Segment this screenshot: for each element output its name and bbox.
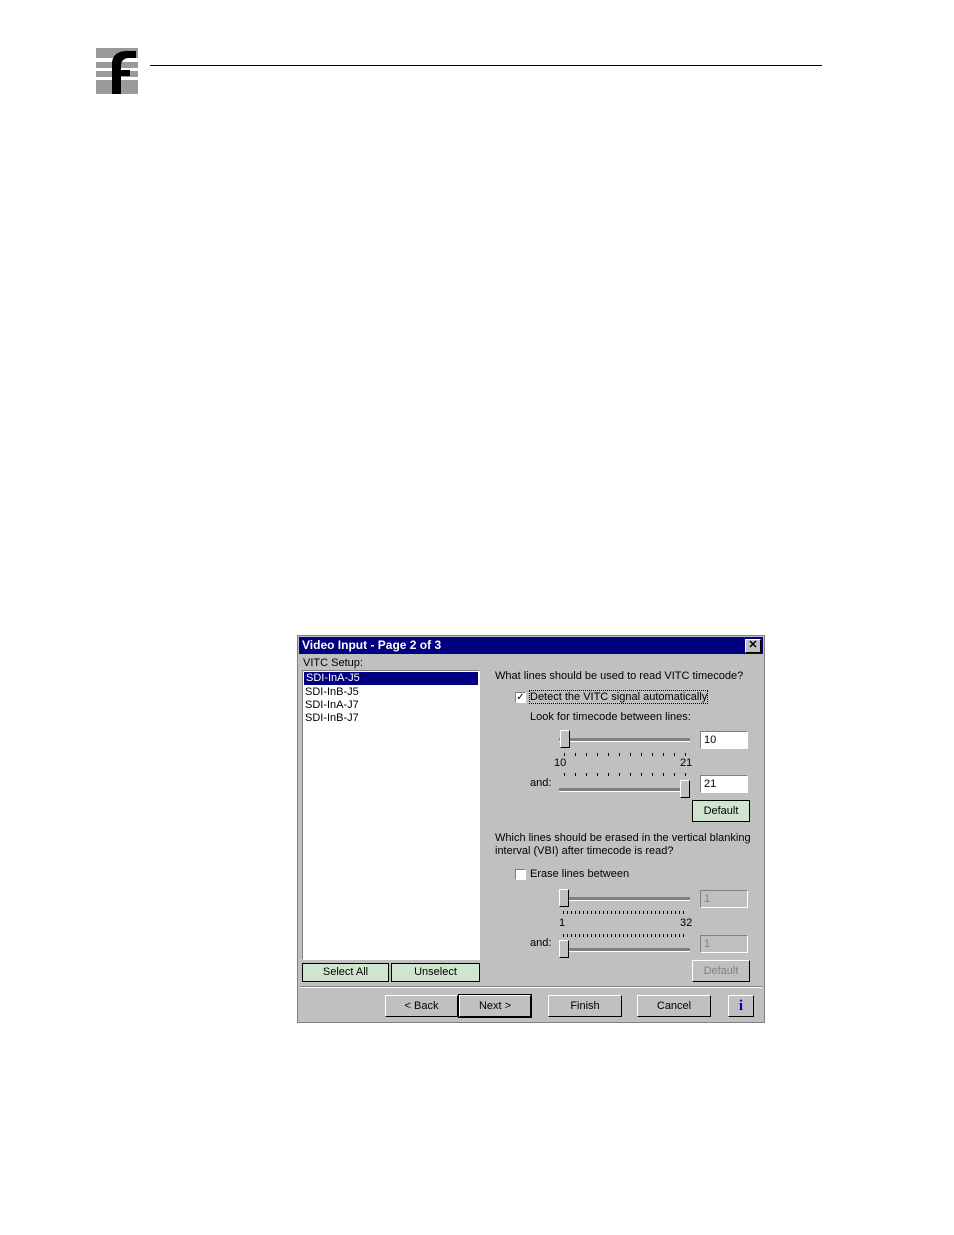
- read-slider-min-label: 10: [554, 757, 567, 769]
- detect-checkbox-label[interactable]: Detect the VITC signal automatically: [528, 690, 709, 704]
- erase-slider-min-label: 1: [559, 917, 566, 929]
- vitc-setup-label: VITC Setup:: [303, 657, 363, 669]
- read-end-slider-thumb[interactable]: [680, 780, 690, 798]
- erase-question-line1: Which lines should be erased in the vert…: [495, 832, 751, 844]
- erase-slider-ticks: [563, 911, 687, 914]
- read-slider-max-label: 21: [680, 757, 693, 769]
- dialog-titlebar: Video Input - Page 2 of 3 ✕: [299, 637, 763, 654]
- info-icon: i: [738, 998, 744, 1014]
- erase-start-slider-thumb[interactable]: [559, 889, 569, 907]
- read-start-slider-track[interactable]: [559, 738, 690, 742]
- finish-button[interactable]: Finish: [548, 995, 622, 1017]
- channel-item-sdi-inb-j5[interactable]: SDI-InB-J5: [303, 686, 479, 699]
- erase-start-slider-track[interactable]: [559, 897, 690, 901]
- select-all-button[interactable]: Select All: [302, 963, 389, 982]
- channel-item-sdi-inb-j7[interactable]: SDI-InB-J7: [303, 712, 479, 725]
- header-rule: [150, 65, 822, 66]
- read-question: What lines should be used to read VITC t…: [495, 670, 744, 682]
- read-slider-ticks: [564, 753, 686, 756]
- video-input-dialog: Video Input - Page 2 of 3 ✕ VITC Setup: …: [297, 635, 765, 1023]
- erase-end-field[interactable]: 1: [700, 935, 748, 953]
- close-icon: ✕: [748, 639, 758, 651]
- detect-checkbox[interactable]: ✓: [515, 692, 526, 703]
- cancel-button[interactable]: Cancel: [637, 995, 711, 1017]
- look-label: Look for timecode between lines:: [530, 711, 691, 723]
- company-logo: [96, 48, 138, 94]
- button-separator: [300, 986, 762, 988]
- erase-and-label: and:: [530, 937, 552, 949]
- close-button[interactable]: ✕: [745, 639, 761, 653]
- erase-checkbox[interactable]: [515, 869, 526, 880]
- read-end-field[interactable]: 21: [700, 775, 748, 793]
- erase-checkbox-label[interactable]: Erase lines between: [530, 868, 629, 880]
- erase-end-slider-ticks: [563, 934, 687, 937]
- check-mark-icon: ✓: [516, 692, 525, 703]
- next-button[interactable]: Next >: [458, 994, 532, 1018]
- back-button[interactable]: < Back: [385, 995, 458, 1017]
- erase-end-slider-track[interactable]: [559, 948, 690, 952]
- erase-question-line2: interval (VBI) after timecode is read?: [495, 845, 674, 857]
- read-start-field[interactable]: 10: [700, 731, 748, 749]
- channel-item-sdi-ina-j5[interactable]: SDI-InA-J5: [304, 672, 478, 685]
- dialog-title: Video Input - Page 2 of 3: [302, 638, 442, 652]
- erase-start-field[interactable]: 1: [700, 890, 748, 908]
- erase-default-button[interactable]: Default: [692, 960, 750, 982]
- channel-list[interactable]: SDI-InA-J5 SDI-InB-J5 SDI-InA-J7 SDI-InB…: [302, 670, 480, 960]
- unselect-button[interactable]: Unselect: [391, 963, 480, 982]
- channel-item-sdi-ina-j7[interactable]: SDI-InA-J7: [303, 699, 479, 712]
- read-start-slider-thumb[interactable]: [560, 730, 570, 748]
- info-button[interactable]: i: [728, 995, 754, 1017]
- erase-end-slider-thumb[interactable]: [559, 940, 569, 958]
- read-end-slider-track[interactable]: [559, 788, 690, 792]
- read-end-slider-ticks: [564, 773, 686, 776]
- read-and-label: and:: [530, 777, 552, 789]
- read-default-button[interactable]: Default: [692, 800, 750, 822]
- erase-slider-max-label: 32: [680, 917, 693, 929]
